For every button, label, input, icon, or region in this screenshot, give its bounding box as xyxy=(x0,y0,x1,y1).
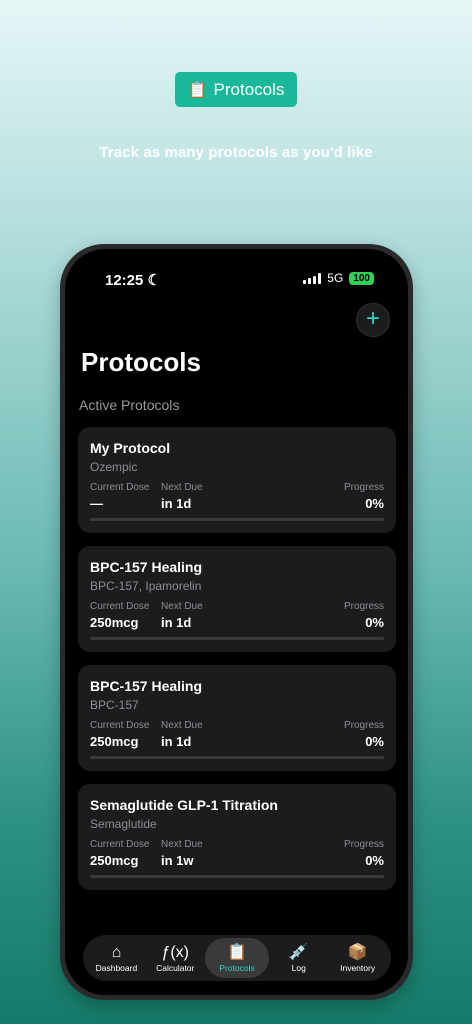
next-due-label: Next Due xyxy=(161,839,203,850)
progress-bar xyxy=(90,756,384,759)
protocol-card[interactable]: BPC-157 Healing BPC-157 Current Dose 250m… xyxy=(78,665,396,771)
current-dose-value: — xyxy=(90,496,103,511)
next-due-label: Next Due xyxy=(161,601,203,612)
protocol-name: My Protocol xyxy=(90,440,171,456)
next-due-value: in 1w xyxy=(161,853,194,868)
tab-label: Calculator xyxy=(156,962,195,973)
current-dose-label: Current Dose xyxy=(90,839,150,850)
next-due-label: Next Due xyxy=(161,482,203,493)
progress-value: 0% xyxy=(365,496,384,511)
next-due-value: in 1d xyxy=(161,734,192,749)
current-dose-label: Current Dose xyxy=(90,601,150,612)
status-time: 12:25 ☾ xyxy=(105,271,161,289)
add-protocol-button[interactable]: + xyxy=(356,303,390,337)
progress-label: Progress xyxy=(343,601,384,612)
section-label: Active Protocols xyxy=(79,397,180,413)
signal-icon xyxy=(303,272,322,284)
moon-icon: ☾ xyxy=(147,272,161,289)
protocol-compounds: Ozempic xyxy=(90,460,138,474)
protocol-card[interactable]: My Protocol Ozempic Current Dose — Next D… xyxy=(78,427,396,533)
current-dose-label: Current Dose xyxy=(90,482,150,493)
progress-bar xyxy=(90,637,384,640)
network-label: 5G xyxy=(327,271,344,285)
tab-protocols[interactable]: 📋 Protocols xyxy=(204,938,270,978)
progress-value: 0% xyxy=(365,734,384,749)
tagline: Track as many protocols as you'd like xyxy=(99,144,373,161)
status-indicators: 5G 100 xyxy=(303,271,374,285)
badge-label: Protocols xyxy=(213,79,285,99)
protocol-compounds: BPC-157 xyxy=(90,698,139,712)
protocol-name: Semaglutide GLP-1 Titration xyxy=(90,797,278,813)
clipboard-icon: 📋 xyxy=(227,943,247,961)
tab-inventory[interactable]: 📦 Inventory xyxy=(328,938,387,978)
protocol-card[interactable]: Semaglutide GLP-1 Titration Semaglutide … xyxy=(78,784,396,890)
progress-bar xyxy=(90,518,384,521)
current-dose-value: 250mcg xyxy=(90,853,139,868)
protocols-badge: 📋 Protocols xyxy=(175,72,297,107)
syringe-icon: 💉 xyxy=(288,943,309,961)
progress-label: Progress xyxy=(343,839,384,850)
app-screen: 12:25 ☾ 5G 100 + Protocols Active Protoc… xyxy=(65,249,408,995)
tab-calculator[interactable]: ƒ(x) Calculator xyxy=(146,938,205,978)
next-due-label: Next Due xyxy=(161,720,203,731)
progress-value: 0% xyxy=(365,615,384,630)
current-dose-label: Current Dose xyxy=(90,720,150,731)
progress-bar xyxy=(90,875,384,878)
house-icon: ⌂ xyxy=(111,943,122,961)
tab-label: Protocols xyxy=(219,962,255,973)
current-dose-value: 250mcg xyxy=(90,615,139,630)
tab-label: Dashboard xyxy=(95,962,138,973)
protocol-name: BPC-157 Healing xyxy=(90,559,203,575)
next-due-value: in 1d xyxy=(161,496,192,511)
protocol-card[interactable]: BPC-157 Healing BPC-157, Ipamorelin Curr… xyxy=(78,546,396,652)
progress-value: 0% xyxy=(365,853,384,868)
clock: 12:25 xyxy=(105,272,144,289)
tab-label: Log xyxy=(291,962,306,973)
tab-label: Inventory xyxy=(340,962,376,973)
tab-dashboard[interactable]: ⌂ Dashboard xyxy=(87,938,146,978)
protocol-compounds: Semaglutide xyxy=(90,817,157,831)
box-icon: 📦 xyxy=(347,943,368,961)
progress-label: Progress xyxy=(343,720,384,731)
progress-label: Progress xyxy=(343,482,384,493)
tab-bar: ⌂ Dashboard ƒ(x) Calculator 📋 Protocols … xyxy=(83,935,391,981)
page-title: Protocols xyxy=(81,347,201,377)
next-due-value: in 1d xyxy=(161,615,192,630)
function-icon: ƒ(x) xyxy=(161,943,190,961)
phone-frame: 12:25 ☾ 5G 100 + Protocols Active Protoc… xyxy=(60,244,413,1000)
protocol-compounds: BPC-157, Ipamorelin xyxy=(90,579,202,593)
current-dose-value: 250mcg xyxy=(90,734,139,749)
tab-log[interactable]: 💉 Log xyxy=(269,938,328,978)
battery-icon: 100 xyxy=(349,271,374,285)
clipboard-icon: 📋 xyxy=(187,81,208,99)
protocol-name: BPC-157 Healing xyxy=(90,678,203,694)
